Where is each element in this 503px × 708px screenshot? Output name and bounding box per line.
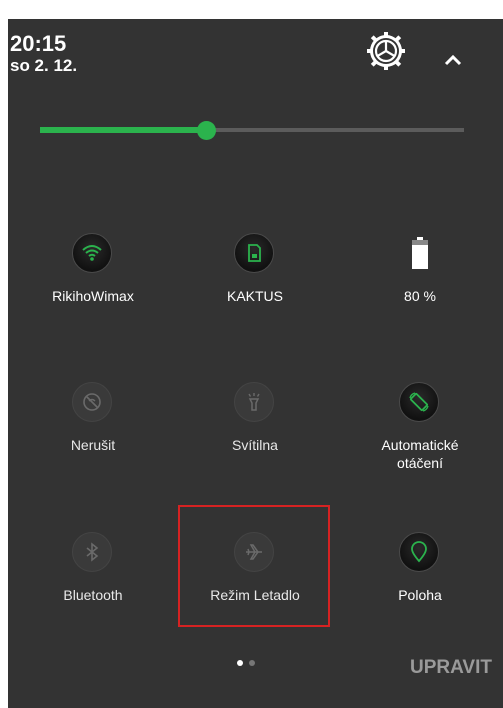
clock-date: so 2. 12. [10, 56, 78, 75]
brightness-slider-filled[interactable] [40, 127, 214, 133]
tile-label-line1: Automatické [381, 437, 459, 453]
wifi-icon [72, 233, 112, 273]
page-dot-inactive[interactable] [249, 660, 255, 666]
tile-label: 80 % [404, 288, 436, 304]
collapse-chevron-up-icon[interactable] [440, 50, 466, 70]
auto-rotate-icon [399, 382, 439, 422]
tile-mobile-data[interactable]: KAKTUS [180, 233, 330, 305]
sim-card-icon [234, 233, 274, 273]
brightness-slider-track[interactable] [214, 128, 464, 132]
flashlight-icon [234, 382, 274, 422]
tile-battery[interactable]: 80 % [345, 233, 495, 305]
do-not-disturb-icon [72, 382, 112, 422]
clock-time: 20:15 [10, 31, 67, 56]
tile-flashlight[interactable]: Svítilna [180, 382, 330, 454]
tile-label: Svítilna [232, 437, 278, 453]
tile-label: Bluetooth [63, 587, 123, 603]
page-dot-active[interactable] [237, 660, 243, 666]
settings-gear-icon[interactable] [365, 30, 407, 72]
edit-button[interactable]: UPRAVIT [410, 657, 492, 679]
highlight-box [178, 505, 330, 627]
tile-auto-rotate[interactable]: Automatické otáčení [345, 382, 495, 472]
tile-label: KAKTUS [226, 288, 283, 304]
location-icon [399, 532, 439, 572]
tile-do-not-disturb[interactable]: Nerušit [18, 382, 168, 454]
tile-label-line2: otáčení [397, 455, 443, 471]
tile-label: Nerušit [70, 437, 116, 453]
brightness-slider-thumb[interactable] [197, 121, 216, 140]
tile-bluetooth[interactable]: Bluetooth [18, 532, 168, 604]
tile-location[interactable]: Poloha [345, 532, 495, 604]
battery-icon [399, 233, 441, 273]
tile-wifi[interactable]: RikihoWimax [18, 233, 168, 305]
tile-label: Poloha [398, 587, 442, 603]
tile-label: RikihoWimax [52, 288, 134, 304]
bluetooth-icon [72, 532, 112, 572]
tile-label: Automatické otáčení [345, 436, 495, 472]
page-indicator [237, 660, 255, 666]
